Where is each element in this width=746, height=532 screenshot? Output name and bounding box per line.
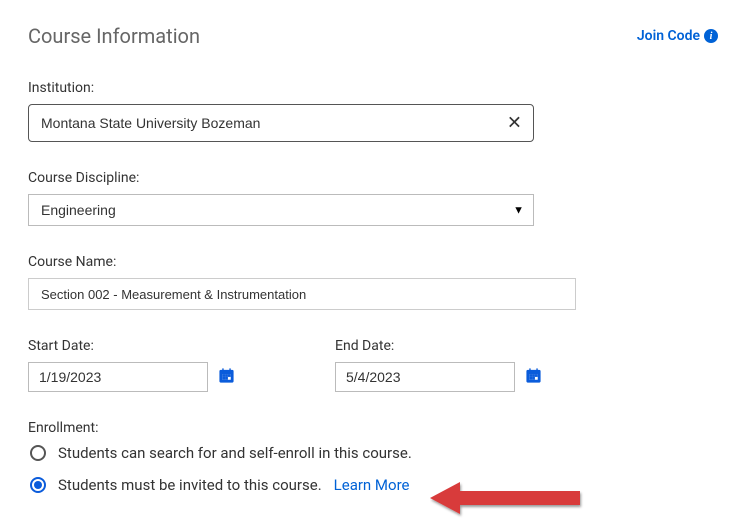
learn-more-link[interactable]: Learn More	[334, 476, 410, 494]
enrollment-option-invite[interactable]: Students must be invited to this course.…	[30, 476, 718, 494]
radio-icon[interactable]	[30, 477, 46, 493]
join-code-link[interactable]: Join Code i	[637, 28, 718, 44]
enrollment-label: Enrollment:	[28, 420, 718, 436]
calendar-icon[interactable]	[218, 367, 235, 388]
discipline-label: Course Discipline:	[28, 170, 718, 186]
end-date-input[interactable]	[335, 362, 515, 392]
info-icon: i	[704, 29, 718, 43]
start-date-label: Start Date:	[28, 338, 235, 354]
enrollment-option-self[interactable]: Students can search for and self-enroll …	[30, 444, 718, 462]
radio-icon[interactable]	[30, 445, 46, 461]
institution-input[interactable]	[28, 104, 534, 142]
course-name-label: Course Name:	[28, 254, 718, 270]
end-date-label: End Date:	[335, 338, 542, 354]
page-title: Course Information	[28, 24, 200, 48]
calendar-icon[interactable]	[525, 367, 542, 388]
join-code-label: Join Code	[637, 28, 700, 44]
discipline-select[interactable]: Engineering	[28, 194, 534, 226]
enrollment-self-label: Students can search for and self-enroll …	[58, 444, 412, 462]
enrollment-invite-label: Students must be invited to this course.	[58, 476, 322, 494]
course-name-input[interactable]	[28, 278, 576, 310]
institution-label: Institution:	[28, 80, 718, 96]
start-date-input[interactable]	[28, 362, 208, 392]
clear-icon[interactable]: ✕	[507, 113, 522, 134]
